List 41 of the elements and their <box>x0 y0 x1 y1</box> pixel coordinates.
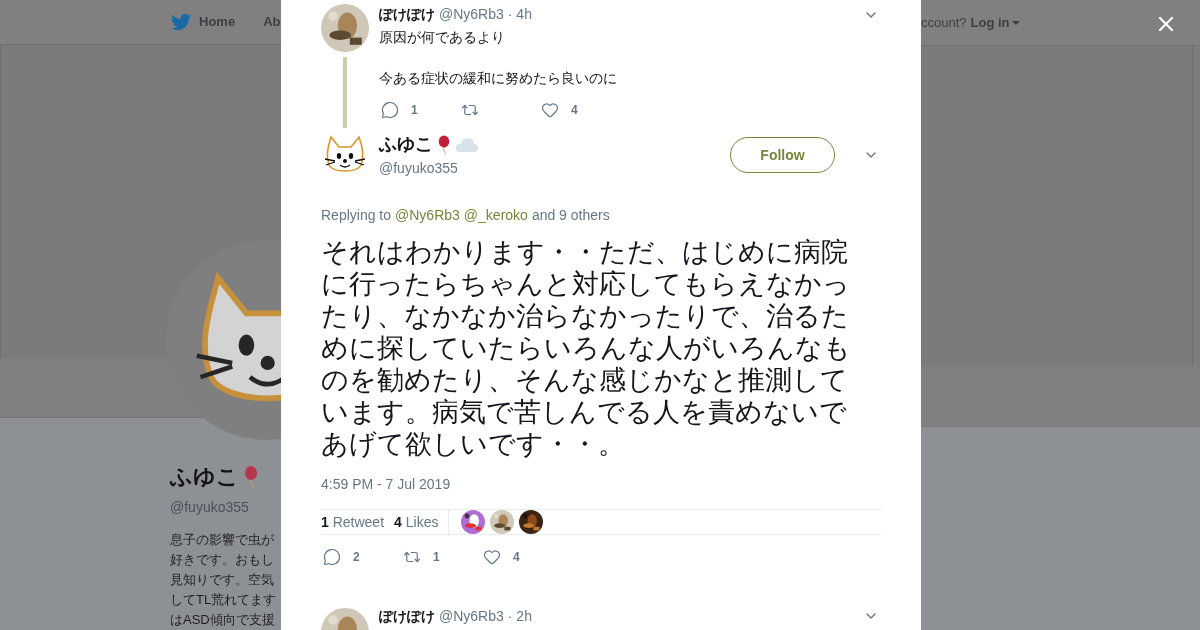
nav-link[interactable]: Ab <box>263 12 281 32</box>
tweet-text: 今ある症状の緩和に努めたら良いのに <box>379 69 618 88</box>
author-name[interactable]: ぽけぽけ <box>379 605 435 627</box>
tweet-text: それはわかります・・ただ、はじめに病院に行ったらちゃんと対応してもらえなかったり、なかなか治らなかったりで、治るために探していたらいろんな人がいろんなものを勧めたり、そんな感じかなと推測しています。病気で苦しんでる人を責めないであげて欲しいです・・。 <box>321 236 852 460</box>
reply-icon[interactable] <box>381 101 399 119</box>
nav-link[interactable]: Home <box>199 12 236 32</box>
action-count: 1 <box>433 549 440 566</box>
bio-line: はASD傾向で支援 <box>170 611 276 629</box>
action-count: 4 <box>513 549 520 566</box>
others-link[interactable]: and 9 others <box>531 205 610 226</box>
action-count: 2 <box>353 549 360 566</box>
login-link[interactable]: Log in <box>970 12 1020 33</box>
heart-icon[interactable] <box>483 548 501 566</box>
balloon-icon <box>437 134 451 155</box>
bio-line: 好きです。おもし <box>170 551 275 569</box>
cloud-icon <box>455 135 479 154</box>
mention-link[interactable]: @_keroko <box>463 205 528 226</box>
balloon-icon <box>243 465 259 488</box>
tweet-text: 原因が何であるより <box>379 28 506 47</box>
bio-line: 見知りです。空気 <box>170 571 275 589</box>
author-handle[interactable]: @fuyuko355 <box>379 158 479 179</box>
bio-line: してTL荒れてます <box>170 591 278 609</box>
action-count: 1 <box>411 102 418 119</box>
action-count: 4 <box>571 102 578 119</box>
replying-label: Replying to <box>321 206 392 225</box>
tweet-timestamp: 4:59 PM - 7 Jul 2019 <box>321 475 452 494</box>
stat-count[interactable]: 4 Likes <box>394 511 439 533</box>
login-prompt: ccount? <box>921 13 967 32</box>
profile-handle: @fuyuko355 <box>170 498 250 517</box>
heart-icon[interactable] <box>541 101 559 119</box>
author-handle[interactable]: @Ny6Rb3 <box>439 4 504 25</box>
bio-line: 息子の影響で虫が <box>170 531 275 549</box>
author-name[interactable]: ふゆこ <box>379 131 433 158</box>
mention-link[interactable]: @Ny6Rb3 <box>395 205 460 226</box>
stat-count[interactable]: 1 Retweet <box>321 511 385 533</box>
tweet-time[interactable]: · 2h <box>507 605 532 627</box>
author-name[interactable]: ぽけぽけ <box>379 4 435 25</box>
profile-name: ふゆこ <box>170 463 239 491</box>
tweet-time[interactable]: · 4h <box>507 4 532 25</box>
author-handle[interactable]: @Ny6Rb3 <box>439 605 504 627</box>
reply-icon[interactable] <box>323 548 341 566</box>
